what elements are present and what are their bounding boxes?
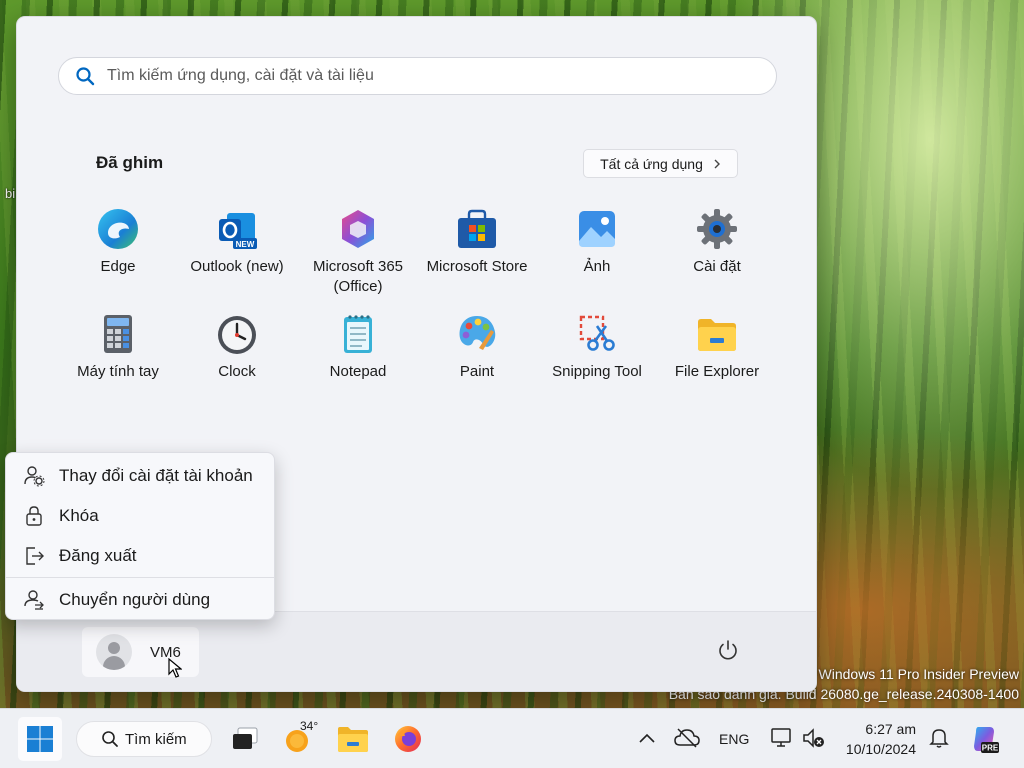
store-icon — [458, 209, 496, 248]
app-label: Outlook (new) — [190, 258, 284, 275]
search-icon — [76, 67, 95, 86]
menu-item-label: Chuyển người dùng — [59, 590, 211, 609]
search-icon — [102, 731, 118, 747]
notepad-icon — [344, 315, 372, 353]
outlook-icon: NEW — [219, 213, 257, 249]
menu-item-lock[interactable]: Khóa — [6, 497, 274, 535]
clock-time: 6:27 am — [865, 721, 916, 737]
onedrive-offline-icon[interactable] — [674, 727, 700, 749]
menu-item-label: Thay đổi cài đặt tài khoản — [59, 466, 253, 485]
folder-icon — [338, 727, 368, 752]
menu-divider — [6, 577, 274, 578]
paint-palette-icon — [459, 316, 496, 350]
task-view-button[interactable] — [222, 717, 266, 761]
chevron-right-icon — [714, 159, 720, 168]
app-label: Máy tính tay — [77, 363, 159, 380]
start-button[interactable] — [18, 717, 62, 761]
notification-bell-icon[interactable] — [929, 727, 949, 749]
pinned-app-notepad[interactable]: Notepad — [298, 312, 418, 382]
folder-icon — [698, 319, 736, 351]
pinned-app-clock[interactable]: Clock — [177, 312, 297, 382]
taskbar-search-label: Tìm kiếm — [125, 730, 187, 748]
menu-item-switch-user[interactable]: Chuyển người dùng — [6, 581, 274, 619]
menu-item-account-settings[interactable]: Thay đổi cài đặt tài khoản — [6, 457, 274, 495]
photos-icon — [579, 211, 615, 247]
copilot-icon: PRE — [974, 727, 999, 753]
all-apps-label: Tất cả ứng dụng — [600, 155, 703, 172]
pre-badge: PRE — [982, 744, 999, 753]
system-clock[interactable]: 6:27 am 10/10/2024 — [836, 719, 916, 759]
app-label: Microsoft 365 (Office) — [312, 258, 404, 295]
copilot-button[interactable]: PRE — [962, 717, 1006, 761]
pinned-app-calculator[interactable]: Máy tính tay — [58, 312, 178, 382]
watermark-line-1: Windows 11 Pro Insider Preview — [818, 666, 1019, 682]
app-label: Edge — [100, 258, 136, 275]
account-settings-icon — [24, 466, 45, 487]
mouse-cursor-icon — [168, 658, 182, 678]
sign-out-icon — [26, 547, 44, 565]
app-label: Microsoft Store — [426, 258, 528, 275]
clock-date: 10/10/2024 — [845, 741, 916, 757]
start-search-box[interactable] — [58, 57, 777, 95]
language-indicator[interactable]: ENG — [719, 731, 749, 747]
pinned-app-snipping-tool[interactable]: Snipping Tool — [537, 312, 657, 382]
menu-item-sign-out[interactable]: Đăng xuất — [6, 537, 274, 575]
pinned-app-store[interactable]: Microsoft Store — [417, 207, 537, 277]
taskbar-file-explorer[interactable] — [331, 717, 375, 761]
taskbar-search-button[interactable]: Tìm kiếm — [76, 721, 212, 757]
menu-item-label: Đăng xuất — [59, 546, 137, 565]
app-label: File Explorer — [674, 363, 760, 380]
pinned-app-edge[interactable]: Edge — [58, 207, 178, 277]
app-label: Notepad — [329, 363, 387, 380]
all-apps-button[interactable]: Tất cả ứng dụng — [583, 149, 738, 178]
task-view-icon — [233, 727, 258, 749]
settings-gear-icon — [697, 209, 737, 249]
desktop-icon-label-fragment: bi — [5, 186, 16, 201]
clock-icon — [218, 316, 256, 354]
pinned-app-outlook[interactable]: NEW Outlook (new) — [177, 207, 297, 277]
new-badge: NEW — [236, 240, 255, 249]
edge-icon — [98, 209, 138, 249]
snipping-tool-icon — [579, 315, 615, 351]
m365-icon — [342, 210, 374, 248]
pinned-app-settings[interactable]: Cài đặt — [657, 207, 777, 277]
calculator-icon — [104, 315, 132, 353]
pinned-app-photos[interactable]: Ảnh — [537, 207, 657, 277]
network-icon[interactable] — [770, 727, 794, 749]
pinned-section-title: Đã ghim — [96, 153, 164, 172]
account-context-menu: Thay đổi cài đặt tài khoản Khóa Đăng xuấ… — [5, 452, 275, 620]
start-menu-footer: VM6 — [17, 611, 816, 691]
volume-muted-icon[interactable] — [802, 727, 826, 749]
taskbar: Tìm kiếm 34° ENG 6:27 am 10/10/2024 PRE — [0, 708, 1024, 768]
app-label: Ảnh — [583, 258, 611, 275]
menu-item-label: Khóa — [59, 506, 99, 525]
weather-temperature: 34° — [300, 719, 319, 733]
app-label: Cài đặt — [693, 258, 741, 275]
chevron-up-icon[interactable] — [638, 731, 656, 745]
taskbar-firefox[interactable] — [386, 717, 430, 761]
pinned-app-paint[interactable]: Paint — [417, 312, 537, 382]
app-label: Snipping Tool — [552, 363, 642, 380]
power-icon[interactable] — [716, 638, 740, 662]
app-label: Paint — [459, 363, 495, 380]
switch-user-icon — [24, 590, 44, 610]
lock-icon — [26, 506, 42, 526]
start-search-input[interactable] — [107, 67, 707, 85]
windows-logo-icon — [27, 726, 53, 752]
avatar — [96, 634, 132, 670]
pinned-app-file-explorer[interactable]: File Explorer — [657, 312, 777, 382]
pinned-app-m365[interactable]: Microsoft 365 (Office) — [298, 207, 418, 297]
firefox-icon — [395, 726, 421, 752]
app-label: Clock — [218, 363, 256, 380]
